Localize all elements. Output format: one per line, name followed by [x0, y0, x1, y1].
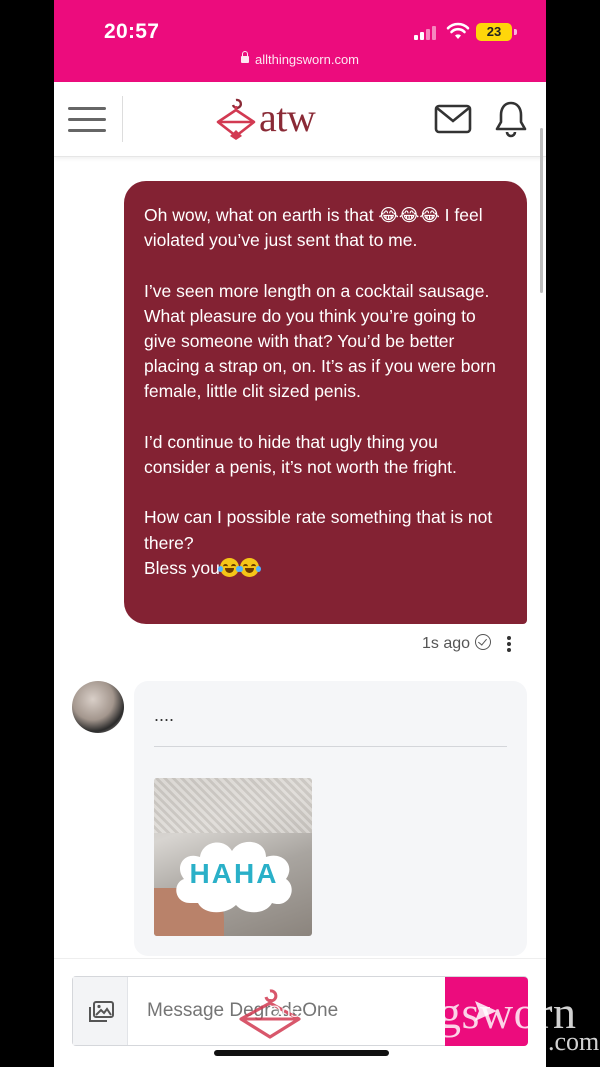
hanger-logo-icon: [216, 98, 256, 140]
avatar[interactable]: [72, 681, 124, 733]
logo-text: atw: [259, 95, 316, 140]
url-text: allthingsworn.com: [254, 52, 360, 67]
watermark-inline-text: Ons: [268, 1002, 300, 1021]
message-time: 1s ago: [422, 635, 471, 652]
message-paragraph: I’ve seen more length on a cocktail saus…: [144, 280, 496, 402]
menu-icon[interactable]: [68, 104, 108, 134]
message-line: Bless you: [144, 557, 220, 578]
attach-button[interactable]: [73, 977, 128, 1045]
laughing-emoji-icon: [237, 557, 261, 577]
site-logo[interactable]: atw: [214, 96, 316, 142]
divider: [154, 746, 507, 747]
gallery-icon: [89, 1001, 114, 1022]
home-indicator[interactable]: [214, 1050, 389, 1056]
battery-tip: [514, 29, 517, 35]
mail-icon[interactable]: [434, 104, 472, 134]
image-sticker-text: HAHA: [189, 858, 279, 889]
header-divider: [122, 96, 123, 142]
message-paragraph: I’d continue to hide that ugly thing you…: [144, 431, 457, 477]
status-time: 20:57: [104, 20, 160, 43]
message-image[interactable]: HAHA: [154, 778, 312, 936]
outgoing-message-bubble: Oh wow, what on earth is that 😂😂😂 I feel…: [124, 181, 527, 624]
status-bar: 20:57 23 allthingsworn.com: [54, 0, 546, 82]
battery-indicator: 23: [476, 23, 512, 41]
wifi-icon: [446, 22, 470, 39]
incoming-message-bubble: .... HAHA: [134, 681, 527, 956]
incoming-message-text: ....: [154, 705, 175, 725]
message-line: How can I possible rate something that i…: [144, 507, 493, 553]
laughing-emoji-icon: [217, 557, 241, 577]
lock-icon: [240, 51, 249, 63]
phone-screen: 20:57 23 allthingsworn.com atw Oh wow, w…: [54, 0, 546, 1067]
bell-icon[interactable]: [494, 100, 528, 138]
watermark-suffix: .com: [548, 1027, 600, 1056]
site-header: atw: [54, 82, 546, 157]
message-paragraph: How can I possible rate something that i…: [144, 505, 507, 581]
scrollbar[interactable]: [540, 128, 543, 293]
check-circle-icon: [475, 634, 492, 650]
message-meta: 1s ago: [422, 634, 492, 653]
address-bar[interactable]: allthingsworn.com: [54, 51, 546, 67]
cellular-signal-icon: [414, 26, 440, 40]
more-options-icon[interactable]: [506, 636, 512, 652]
message-paragraph: Oh wow, what on earth is that 😂😂😂 I feel…: [144, 205, 483, 251]
